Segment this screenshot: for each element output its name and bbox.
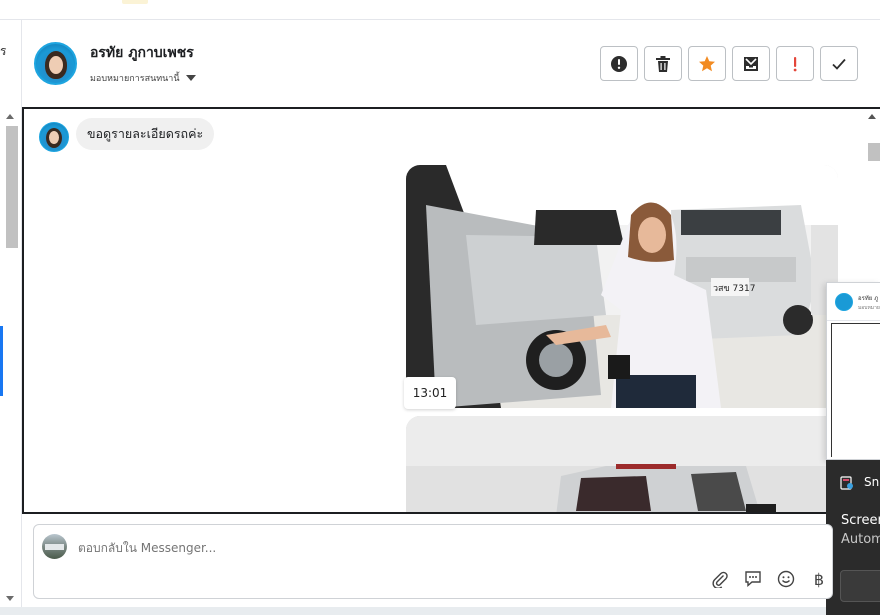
caret-down-icon xyxy=(185,75,196,81)
reply-input[interactable] xyxy=(78,539,638,557)
popup-header: อรทัย ภู มอบหมายการ xyxy=(827,283,880,321)
video-timestamp: 13:01 xyxy=(404,377,456,409)
attach-button[interactable] xyxy=(710,569,730,589)
avatar-face xyxy=(49,131,59,144)
video-frame-image: วสข 7317 xyxy=(406,165,838,408)
popup-body xyxy=(831,323,880,457)
emoji-button[interactable] xyxy=(776,569,796,589)
archive-icon xyxy=(744,56,758,71)
archive-button[interactable] xyxy=(732,46,770,81)
saved-replies-button[interactable] xyxy=(743,569,763,589)
left-column-fragment: ร xyxy=(0,44,7,58)
assign-label: มอบหมายการสนทนานี้ xyxy=(90,74,180,84)
baht-icon: ฿ xyxy=(813,569,825,589)
active-conversation-indicator xyxy=(0,326,3,396)
top-strip-chip xyxy=(122,0,148,4)
reply-composer: ฿ xyxy=(33,524,833,599)
star-icon xyxy=(699,55,715,71)
notification-app-name: Sni xyxy=(864,475,880,489)
popup-title: อรทัย ภู xyxy=(858,295,879,302)
spam-button[interactable] xyxy=(600,46,638,81)
sender-avatar[interactable] xyxy=(39,122,69,152)
delete-button[interactable] xyxy=(644,46,682,81)
page-avatar xyxy=(42,534,67,559)
payment-button[interactable]: ฿ xyxy=(809,569,829,589)
left-column: ร xyxy=(0,20,22,615)
license-plate-text: วสข 7317 xyxy=(713,284,755,294)
composer-tools: ฿ xyxy=(710,569,829,589)
incoming-message-bubble: ขอดูรายละเอียดรถค่ะ xyxy=(76,118,215,150)
truck-image xyxy=(406,416,838,512)
outgoing-image-thumbnail[interactable] xyxy=(406,416,838,512)
avatar-detail xyxy=(45,544,64,550)
thread-top-gap xyxy=(78,109,130,110)
top-strip xyxy=(0,0,880,20)
avatar-face xyxy=(49,56,63,74)
conversation-actions xyxy=(600,46,858,82)
thread-scrollbar-thumb[interactable] xyxy=(868,143,880,161)
contact-avatar[interactable] xyxy=(34,42,77,85)
notification-line-1: Screen xyxy=(841,513,880,528)
exclamation-icon xyxy=(793,56,797,71)
left-scrollbar-thumb[interactable] xyxy=(6,126,18,248)
notification-line-2: Autom xyxy=(841,532,880,547)
alert-circle-icon xyxy=(611,55,627,72)
popup-avatar xyxy=(835,293,853,311)
snipping-tool-icon xyxy=(840,476,853,490)
contact-name[interactable]: อรทัย ภูกาบเพชร xyxy=(90,42,194,64)
emoji-icon xyxy=(777,570,795,588)
left-scrollbar-up-icon[interactable] xyxy=(6,114,14,119)
popup-subtitle: มอบหมายการ xyxy=(858,305,880,311)
saved-replies-icon xyxy=(745,571,761,588)
app-root: ร อรทัย ภูกาบเพชร มอบหมายการสนทนานี้ ขอด… xyxy=(0,0,880,615)
thread-scroll-up-icon[interactable] xyxy=(868,114,876,119)
snipping-tool-notification[interactable]: Sni Screen Autom xyxy=(826,460,880,615)
outgoing-video-thumbnail[interactable]: วสข 7317 xyxy=(406,165,838,408)
assign-conversation-dropdown[interactable]: มอบหมายการสนทนานี้ xyxy=(90,71,196,85)
notification-action-button[interactable] xyxy=(840,570,880,602)
bottom-strip xyxy=(0,607,826,615)
follow-up-button[interactable] xyxy=(776,46,814,81)
conversation-header: อรทัย ภูกาบเพชร มอบหมายการสนทนานี้ xyxy=(23,20,880,108)
trash-icon xyxy=(656,55,670,72)
checkmark-icon xyxy=(832,58,846,70)
star-button[interactable] xyxy=(688,46,726,81)
message-thread: ขอดูรายละเอียดรถค่ะ วสข 7317 13:01 xyxy=(22,107,880,514)
chat-head-popup[interactable]: อรทัย ภู มอบหมายการ xyxy=(826,282,880,460)
left-scrollbar-down-icon[interactable] xyxy=(6,596,14,601)
paperclip-icon xyxy=(712,571,728,588)
done-button[interactable] xyxy=(820,46,858,81)
